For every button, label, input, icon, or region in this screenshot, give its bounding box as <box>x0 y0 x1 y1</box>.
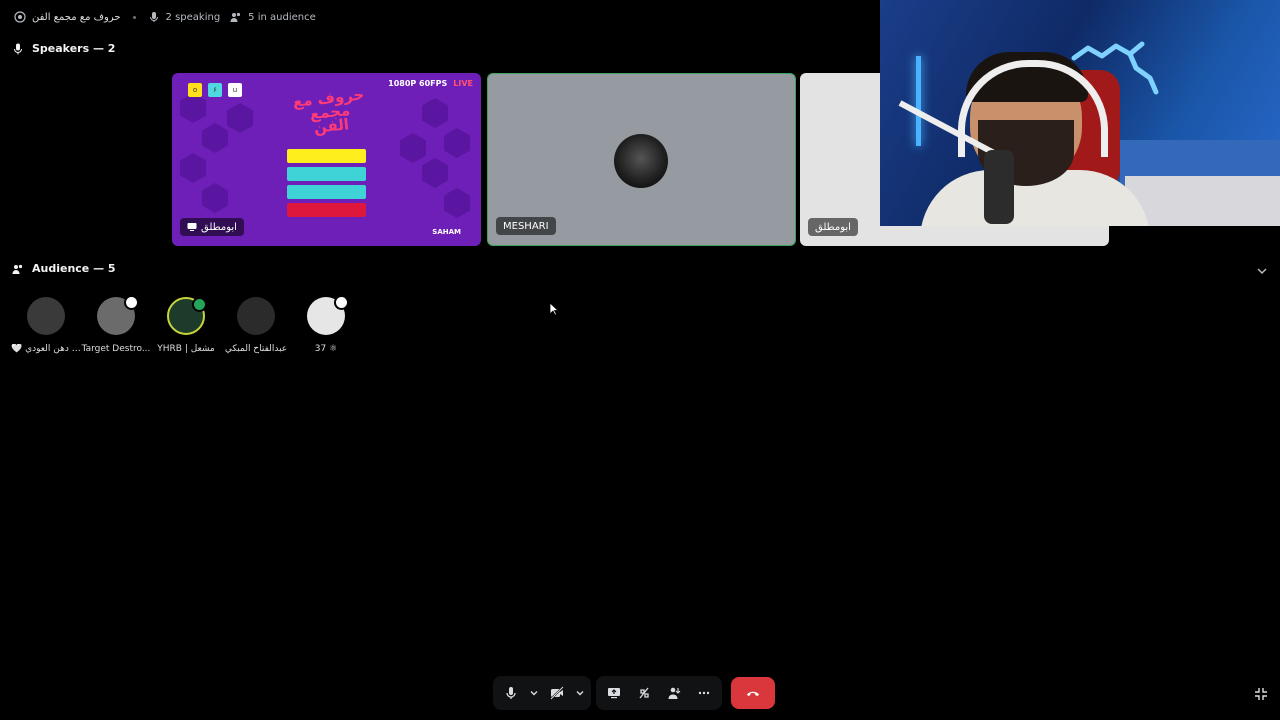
separator-dot <box>132 15 136 19</box>
avatar <box>237 297 275 335</box>
audience-member[interactable]: 🤍 سعدي دهن العودي <box>11 297 81 354</box>
status-icon <box>192 297 207 312</box>
game-logo: حروف مع مجمع الفن <box>291 85 366 137</box>
audience-icon <box>668 687 681 699</box>
activity-icon <box>639 687 649 699</box>
live-badge: LIVE <box>453 79 473 88</box>
speaker-name: MESHARI <box>503 220 549 232</box>
audience-member-name: Target Destro... <box>81 344 151 354</box>
speaker-name-tag: MESHARI <box>496 217 556 235</box>
hex-decoration <box>444 188 470 218</box>
chevron-down-icon <box>530 691 538 696</box>
audience-member[interactable]: Target Destro... <box>81 295 151 354</box>
speaker-name-tag: ابومطلق <box>180 218 244 236</box>
audience-icon <box>230 11 242 23</box>
avatar <box>307 295 349 335</box>
speakers-header-label: Speakers — 2 <box>32 42 116 55</box>
audience-member-name: 🤍 سعدي دهن العودي <box>11 344 81 354</box>
control-group-av <box>493 676 591 710</box>
quality-badge: 1080P 60FPS <box>388 79 448 88</box>
audio-options-button[interactable] <box>527 679 541 707</box>
speaker-tile-meshari[interactable]: MESHARI <box>487 73 796 246</box>
audience-member-name: 37 ⚛ <box>314 344 338 354</box>
speaker-name: ابومطلق <box>201 221 237 233</box>
mic-icon <box>506 687 516 699</box>
hex-decoration <box>422 98 448 128</box>
video-options-button[interactable] <box>573 679 587 707</box>
stage-channel-icon <box>14 11 26 23</box>
stream-badges: 1080P 60FPS LIVE <box>388 79 473 88</box>
mute-button[interactable] <box>497 679 525 707</box>
phone-hangup-icon <box>746 691 760 696</box>
game-tile-white: u <box>228 83 242 97</box>
audience-member[interactable]: YHRB | مشعل <box>151 297 221 354</box>
game-tile-cyan: ۶ <box>208 83 222 97</box>
avatar <box>614 134 668 188</box>
speaker-name-tag: ابومطلق <box>808 218 858 236</box>
soundboard-button[interactable] <box>630 679 658 707</box>
mic-icon <box>12 43 24 55</box>
status-icon <box>334 295 349 310</box>
background-wall <box>1125 176 1280 226</box>
hex-decoration <box>227 103 253 133</box>
audience-icon <box>12 263 24 275</box>
speakers-header: Speakers — 2 <box>12 42 115 55</box>
neon-light <box>916 56 921 146</box>
camera-button[interactable] <box>543 679 571 707</box>
hex-decoration <box>202 123 228 153</box>
speaker-tile-stream[interactable]: o ۶ u حروف مع مجمع الفن 1080P 60FPS LIVE… <box>172 73 481 246</box>
audience-member[interactable]: عبدالفتاح المبكي <box>221 297 291 354</box>
hex-decoration <box>202 183 228 213</box>
microphone <box>984 150 1014 224</box>
speaking-count: 2 speaking <box>165 11 221 23</box>
audience-member[interactable]: 37 ⚛ <box>291 295 361 354</box>
audio-video-controls <box>493 676 591 710</box>
avatar <box>27 297 65 335</box>
audience-count: 5 in audience <box>248 11 316 23</box>
game-tile-yellow: o <box>188 83 202 97</box>
hex-decoration <box>422 158 448 188</box>
activity-controls <box>596 676 722 710</box>
audience-member-name: YHRB | مشعل <box>157 344 215 354</box>
audience-header-label: Audience — 5 <box>32 262 116 275</box>
screen-share-button[interactable] <box>600 679 628 707</box>
speaker-name: ابومطلق <box>815 221 851 233</box>
move-to-audience-button[interactable] <box>660 679 688 707</box>
mic-icon <box>148 11 160 23</box>
audience-header[interactable]: Audience — 5 <box>12 262 116 275</box>
chevron-down-icon[interactable] <box>1256 262 1268 275</box>
mouse-cursor-icon <box>549 302 559 316</box>
more-icon <box>698 691 710 695</box>
minimize-icon[interactable] <box>1254 686 1268 700</box>
game-menu <box>287 149 366 221</box>
hex-decoration <box>400 133 426 163</box>
hex-decoration <box>444 128 470 158</box>
screen-share-icon <box>187 222 197 232</box>
status-icon <box>124 295 139 310</box>
control-group-activity <box>596 676 722 710</box>
channel-title[interactable]: حروف مع مجمع الفن <box>32 12 121 23</box>
avatar <box>167 297 207 335</box>
audience-member-name: عبدالفتاح المبكي <box>224 344 288 354</box>
chevron-down-icon <box>576 691 584 696</box>
webcam-video[interactable] <box>880 0 1280 226</box>
screen-share-icon <box>608 688 620 699</box>
video-off-icon <box>550 686 564 700</box>
more-options-button[interactable] <box>690 679 718 707</box>
hex-decoration <box>180 93 206 123</box>
call-header: حروف مع مجمع الفن 2 speaking 5 in audien… <box>14 8 316 26</box>
disconnect-button[interactable] <box>731 677 775 709</box>
saham-logo: SAHAM <box>432 228 461 236</box>
hex-decoration <box>180 153 206 183</box>
avatar <box>97 295 139 335</box>
